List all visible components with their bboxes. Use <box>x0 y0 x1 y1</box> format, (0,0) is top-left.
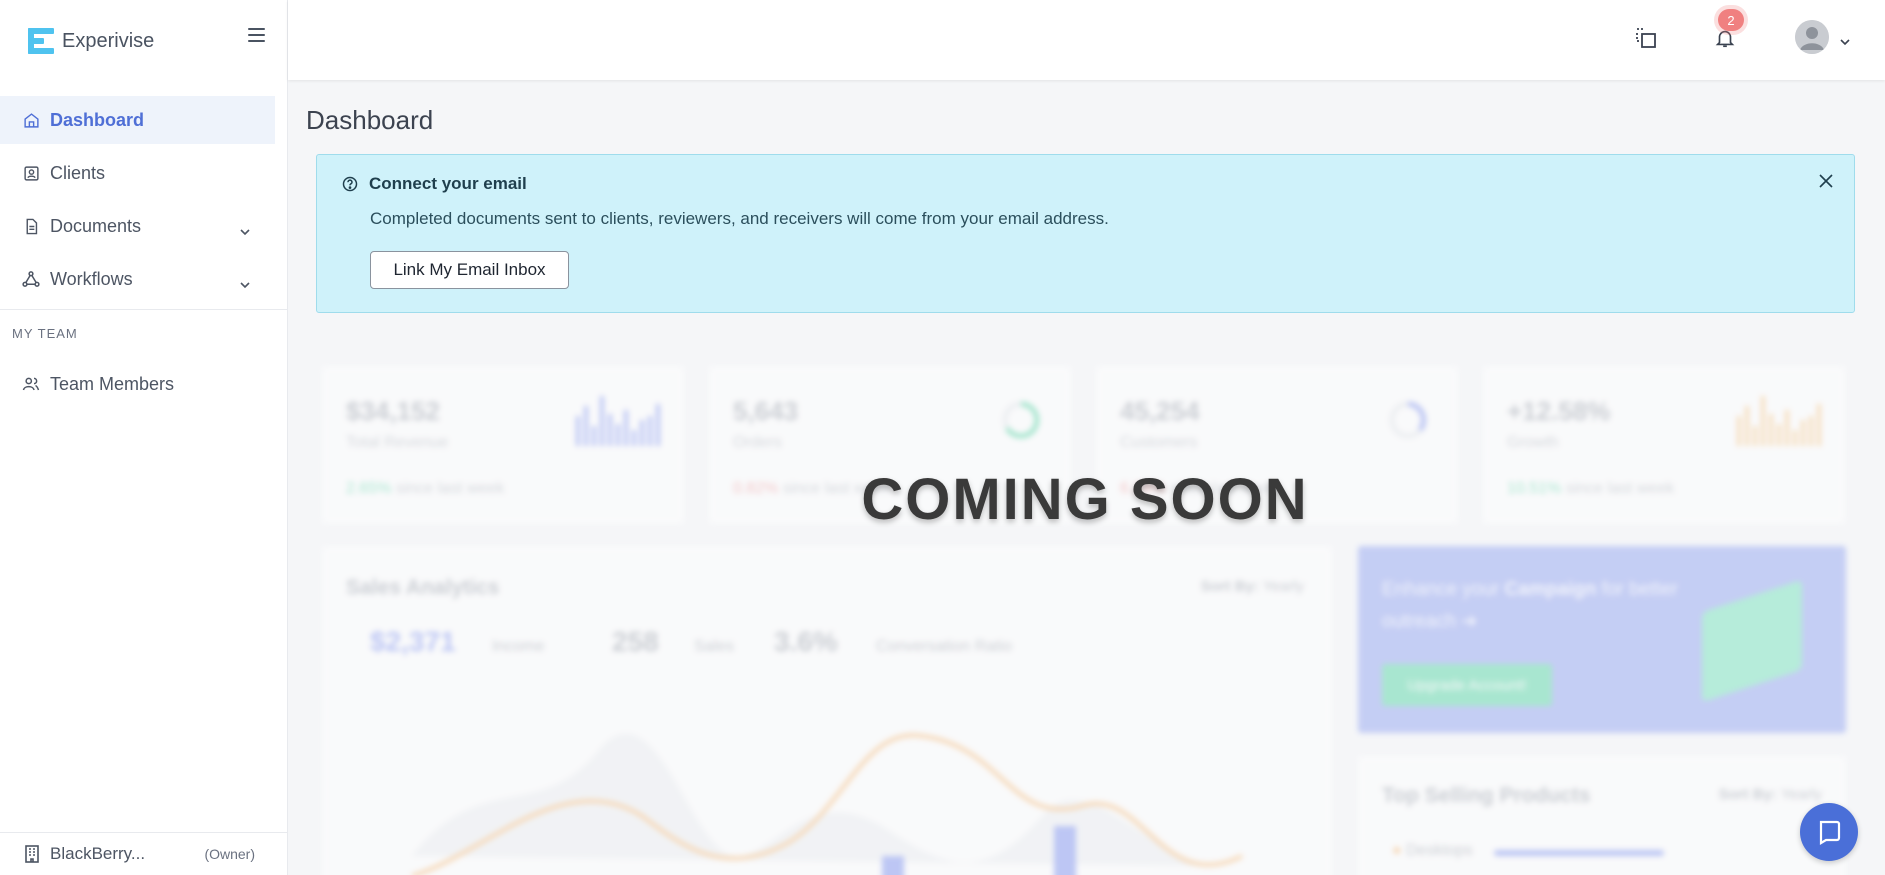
page-title: Dashboard <box>306 105 434 135</box>
sidebar-item-workflows[interactable]: Workflows <box>0 255 275 303</box>
stat-value: 5,643 <box>733 396 799 426</box>
brand[interactable]: Experivise <box>0 0 287 82</box>
chevron-down-icon <box>239 273 251 294</box>
blurred-dashboard-preview: $34,152 Total Revenue 2.65% since last w… <box>306 360 1856 875</box>
menu-toggle-icon[interactable] <box>248 28 265 42</box>
avatar[interactable] <box>1795 20 1829 54</box>
alert-text: Completed documents sent to clients, rev… <box>370 209 1109 228</box>
workflow-icon <box>22 270 40 288</box>
link-email-inbox-button[interactable]: Link My Email Inbox <box>370 251 569 289</box>
document-icon <box>22 217 40 235</box>
sidebar: Experivise Dashboard Clients Documents W… <box>0 0 288 875</box>
chevron-down-icon[interactable] <box>1840 33 1850 51</box>
sales-analytics-card: Sales Analytics Sort By: Yearly $2,371 I… <box>322 546 1332 875</box>
copy-icon[interactable] <box>1632 24 1660 52</box>
mini-bar-chart-icon <box>576 396 660 446</box>
org-role: (Owner) <box>204 846 255 862</box>
alert-title: Connect your email <box>369 174 527 193</box>
sidebar-item-label: Clients <box>50 162 106 183</box>
sidebar-item-label: Team Members <box>50 373 175 394</box>
radial-chart-icon <box>1389 401 1427 439</box>
sidebar-item-dashboard[interactable]: Dashboard <box>0 96 275 144</box>
org-switcher[interactable]: BlackBerry... (Owner) <box>0 832 287 875</box>
building-icon <box>24 845 40 863</box>
section-title-my-team: MY TEAM <box>12 326 78 341</box>
sidebar-item-label: Workflows <box>50 268 133 289</box>
chat-icon[interactable] <box>1800 803 1858 861</box>
brand-logo-icon <box>28 28 56 54</box>
sidebar-item-label: Dashboard <box>50 109 145 130</box>
radial-chart-icon <box>1002 401 1040 439</box>
stat-label: Orders <box>733 434 782 451</box>
notification-badge: 2 <box>1718 9 1744 31</box>
promo-card: Enhance your Campaign for better outreac… <box>1358 546 1846 733</box>
sidebar-item-label: Documents <box>50 215 142 236</box>
mini-bar-chart-icon <box>1737 396 1821 446</box>
chevron-down-icon <box>239 220 251 241</box>
org-name: BlackBerry... <box>50 844 146 863</box>
brand-name: Experivise <box>62 29 155 52</box>
stat-value: $34,152 <box>346 396 440 426</box>
stat-value: +12.58% <box>1507 396 1611 426</box>
top-selling-card: Top Selling Products Sort By: Yearly ● D… <box>1358 756 1846 875</box>
users-icon <box>22 375 40 393</box>
contact-icon <box>22 164 40 182</box>
stat-value: 45,254 <box>1120 396 1200 426</box>
sidebar-nav: Dashboard Clients Documents Workflows <box>0 82 287 303</box>
sales-line-chart <box>411 733 1243 875</box>
stat-label: Customers <box>1120 434 1198 451</box>
stat-label: Growth <box>1507 434 1559 451</box>
question-circle-icon <box>342 176 358 197</box>
coming-soon-overlay: COMING SOON <box>861 467 1309 532</box>
stat-label: Total Revenue <box>346 434 449 451</box>
close-icon[interactable] <box>1818 173 1834 194</box>
email-alert: Connect your email Completed documents s… <box>316 154 1855 313</box>
sidebar-item-clients[interactable]: Clients <box>0 149 275 197</box>
sidebar-item-documents[interactable]: Documents <box>0 202 275 250</box>
home-icon <box>22 111 40 129</box>
sidebar-item-team-members[interactable]: Team Members <box>0 360 275 408</box>
promo-illustration <box>1702 579 1802 703</box>
